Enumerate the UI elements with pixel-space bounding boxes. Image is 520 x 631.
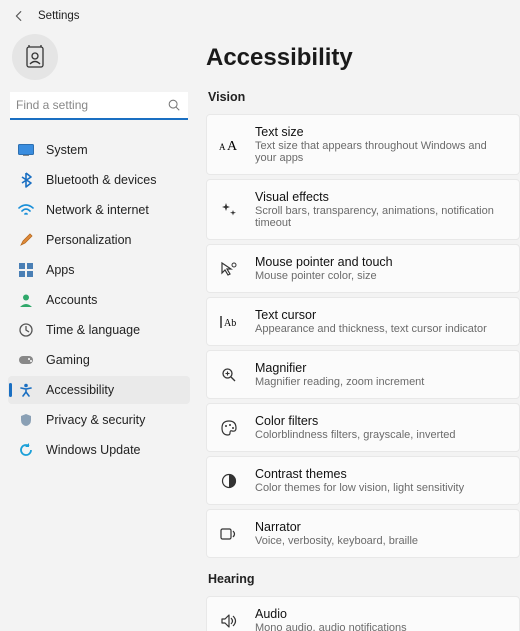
accessibility-icon	[18, 382, 34, 398]
system-icon	[18, 142, 34, 158]
setting-desc: Magnifier reading, zoom increment	[255, 376, 424, 388]
text-cursor-icon: Ab	[219, 312, 239, 332]
sidebar-item-apps[interactable]: Apps	[8, 256, 190, 284]
setting-audio[interactable]: Audio Mono audio, audio notifications	[206, 596, 520, 631]
setting-title: Text size	[255, 125, 507, 139]
person-icon	[18, 292, 34, 308]
sidebar-item-system[interactable]: System	[8, 136, 190, 164]
setting-title: Contrast themes	[255, 467, 464, 481]
sidebar-item-bluetooth[interactable]: Bluetooth & devices	[8, 166, 190, 194]
sidebar-item-label: Network & internet	[46, 203, 149, 217]
setting-desc: Text size that appears throughout Window…	[255, 140, 507, 164]
titlebar: Settings	[0, 0, 520, 32]
bluetooth-icon	[18, 172, 34, 188]
shield-icon	[18, 412, 34, 428]
content-pane: Accessibility Vision AA Text size Text s…	[198, 32, 520, 631]
setting-desc: Scroll bars, transparency, animations, n…	[255, 205, 507, 229]
avatar[interactable]	[12, 34, 58, 80]
clock-icon	[18, 322, 34, 338]
setting-title: Narrator	[255, 520, 418, 534]
setting-title: Audio	[255, 607, 407, 621]
apps-icon	[18, 262, 34, 278]
update-icon	[18, 442, 34, 458]
setting-desc: Voice, verbosity, keyboard, braille	[255, 535, 418, 547]
sidebar-item-label: Bluetooth & devices	[46, 173, 157, 187]
section-label-hearing: Hearing	[208, 572, 520, 586]
setting-desc: Mouse pointer color, size	[255, 270, 393, 282]
narrator-icon	[219, 524, 239, 544]
setting-narrator[interactable]: Narrator Voice, verbosity, keyboard, bra…	[206, 509, 520, 558]
setting-text-cursor[interactable]: Ab Text cursor Appearance and thickness,…	[206, 297, 520, 346]
gaming-icon	[18, 352, 34, 368]
svg-text:A: A	[219, 142, 226, 152]
setting-desc: Mono audio, audio notifications	[255, 622, 407, 631]
sidebar-item-time[interactable]: Time & language	[8, 316, 190, 344]
sidebar-item-personalization[interactable]: Personalization	[8, 226, 190, 254]
setting-title: Text cursor	[255, 308, 487, 322]
setting-title: Magnifier	[255, 361, 424, 375]
sidebar-item-label: Personalization	[46, 233, 131, 247]
sparkle-icon	[219, 200, 239, 220]
setting-contrast-themes[interactable]: Contrast themes Color themes for low vis…	[206, 456, 520, 505]
sidebar-item-label: Time & language	[46, 323, 140, 337]
svg-text:Ab: Ab	[224, 318, 236, 329]
sidebar-item-label: Accounts	[46, 293, 97, 307]
page-title: Accessibility	[206, 44, 520, 72]
window-title: Settings	[38, 10, 80, 22]
setting-mouse-pointer[interactable]: Mouse pointer and touch Mouse pointer co…	[206, 244, 520, 293]
sidebar-item-update[interactable]: Windows Update	[8, 436, 190, 464]
sidebar-item-label: Accessibility	[46, 383, 114, 397]
sidebar-item-label: System	[46, 143, 88, 157]
contrast-icon	[219, 471, 239, 491]
search-icon	[167, 98, 181, 112]
sidebar: System Bluetooth & devices Network & int…	[0, 32, 198, 631]
setting-title: Visual effects	[255, 190, 507, 204]
setting-desc: Colorblindness filters, grayscale, inver…	[255, 429, 456, 441]
sidebar-item-accessibility[interactable]: Accessibility	[8, 376, 190, 404]
sidebar-item-label: Apps	[46, 263, 75, 277]
sidebar-item-label: Gaming	[46, 353, 90, 367]
search-input[interactable]	[10, 92, 188, 118]
setting-visual-effects[interactable]: Visual effects Scroll bars, transparency…	[206, 179, 520, 240]
palette-icon	[219, 418, 239, 438]
magnifier-icon	[219, 365, 239, 385]
setting-desc: Appearance and thickness, text cursor in…	[255, 323, 487, 335]
text-size-icon: AA	[219, 135, 239, 155]
sidebar-item-label: Privacy & security	[46, 413, 145, 427]
section-label-vision: Vision	[208, 90, 520, 104]
svg-text:A: A	[227, 139, 238, 153]
search-box[interactable]	[10, 92, 188, 120]
sidebar-item-network[interactable]: Network & internet	[8, 196, 190, 224]
setting-color-filters[interactable]: Color filters Colorblindness filters, gr…	[206, 403, 520, 452]
sidebar-item-accounts[interactable]: Accounts	[8, 286, 190, 314]
setting-title: Mouse pointer and touch	[255, 255, 393, 269]
setting-desc: Color themes for low vision, light sensi…	[255, 482, 464, 494]
wifi-icon	[18, 202, 34, 218]
setting-title: Color filters	[255, 414, 456, 428]
setting-text-size[interactable]: AA Text size Text size that appears thro…	[206, 114, 520, 175]
cursor-icon	[219, 259, 239, 279]
sidebar-item-label: Windows Update	[46, 443, 141, 457]
setting-magnifier[interactable]: Magnifier Magnifier reading, zoom increm…	[206, 350, 520, 399]
back-button[interactable]	[10, 7, 28, 25]
sidebar-item-privacy[interactable]: Privacy & security	[8, 406, 190, 434]
sidebar-item-gaming[interactable]: Gaming	[8, 346, 190, 374]
paintbrush-icon	[18, 232, 34, 248]
speaker-icon	[219, 611, 239, 631]
